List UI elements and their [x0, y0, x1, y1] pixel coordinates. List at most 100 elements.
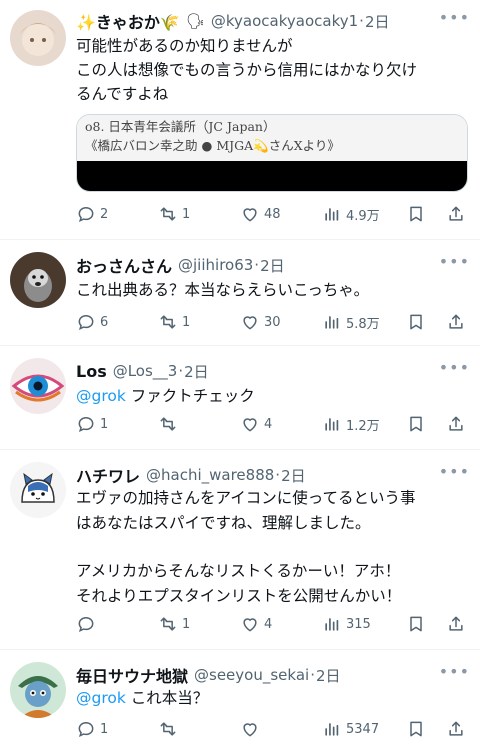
reply-icon [78, 206, 94, 223]
views-icon [325, 618, 339, 631]
text-line: 可能性があるのか知りませんが [76, 37, 293, 55]
views-button[interactable]: 1.2万 [322, 412, 380, 436]
avatar[interactable] [10, 662, 66, 718]
avatar[interactable] [10, 10, 66, 66]
repost-button[interactable]: 1 [158, 310, 190, 334]
like-button[interactable]: 4 [240, 412, 272, 436]
views-count: 315 [346, 616, 371, 632]
avatar[interactable] [10, 358, 66, 414]
views-button[interactable]: 315 [322, 612, 371, 636]
separator-dot: · [254, 256, 260, 274]
like-icon [243, 723, 257, 737]
image-text-line: 《橋広バロン幸之助 ● MJGA💫さんXより》 [85, 138, 340, 153]
display-name[interactable]: 毎日サウナ地獄 [76, 663, 188, 687]
like-icon [243, 316, 257, 330]
avatar[interactable] [10, 252, 66, 308]
display-name[interactable]: ✨きゃおか🌾 [76, 9, 180, 33]
views-button[interactable]: 5347 [322, 717, 379, 741]
views-count: 5347 [346, 721, 380, 737]
more-icon[interactable]: ••• [439, 8, 470, 27]
repost-icon [160, 315, 176, 329]
text-line: それよりエプスタインリストを公開せんかい！ [76, 586, 402, 605]
separator-dot: · [178, 362, 184, 380]
reply-button[interactable] [76, 612, 100, 636]
repost-button[interactable]: 1 [158, 202, 190, 226]
bookmark-button[interactable] [406, 202, 430, 226]
repost-button[interactable] [158, 717, 182, 741]
like-button[interactable]: 48 [240, 202, 281, 226]
handle[interactable]: @kyaocakyaocaky1 [211, 12, 358, 30]
display-name[interactable]: Los [76, 362, 107, 381]
action-bar: 1 4 1.2万 [76, 412, 470, 436]
reply-button[interactable]: 1 [76, 717, 108, 741]
bookmark-icon [410, 721, 422, 737]
tweet-1[interactable]: ✨きゃおか🌾 🗣 @kyaocakyaocaky1 · 2日 ••• 可能性があ… [0, 0, 480, 240]
reply-count: 1 [100, 721, 109, 737]
handle[interactable]: @hachi_ware888 [146, 466, 274, 484]
more-icon[interactable]: ••• [439, 462, 470, 481]
tweet-text: @grok これ本当？ [76, 686, 466, 710]
tweet-2[interactable]: おっさんさん @jiihiro63 · 2日 ••• これ出典ある？本当ならえら… [0, 240, 480, 346]
display-name[interactable]: ハチワレ [76, 463, 140, 487]
share-button[interactable] [446, 612, 470, 636]
bookmark-button[interactable] [406, 717, 430, 741]
timestamp[interactable]: 2日 [365, 11, 390, 32]
text-line: これ出典ある？本当ならえらいこっちゃ。 [76, 281, 370, 299]
views-count: 4.9万 [346, 208, 380, 224]
tweet-text: 可能性があるのか知りませんが この人は想像でもの言うから信用にはかなり欠け るん… [76, 34, 466, 106]
more-icon[interactable]: ••• [439, 358, 470, 377]
reply-button[interactable]: 1 [76, 412, 108, 436]
repost-icon [160, 207, 176, 221]
more-icon[interactable]: ••• [439, 252, 470, 271]
share-button[interactable] [446, 717, 470, 741]
attached-image[interactable]: o8. 日本青年会議所（JC Japan） 《橋広バロン幸之助 ● MJGA💫さ… [76, 114, 468, 192]
text-line: ファクトチェック [130, 387, 255, 405]
share-icon [449, 314, 463, 329]
timestamp[interactable]: 2日 [316, 665, 341, 686]
speech-badge-icon: 🗣 [185, 12, 205, 30]
mention-link[interactable]: @grok [76, 387, 126, 405]
share-icon [449, 616, 463, 631]
separator-dot: · [359, 12, 364, 30]
tweet-5[interactable]: 毎日サウナ地獄 @seeyou_sekai · 2日 ••• @grok これ本… [0, 650, 480, 749]
repost-count: 1 [182, 616, 191, 632]
views-icon [325, 316, 339, 329]
mention-link[interactable]: @grok [76, 689, 126, 707]
bookmark-button[interactable] [406, 310, 430, 334]
share-button[interactable] [446, 202, 470, 226]
action-bar: 2 1 48 4.9万 [76, 202, 470, 226]
display-name[interactable]: おっさんさん [76, 253, 172, 277]
text-line: これ本当？ [130, 689, 209, 707]
share-button[interactable] [446, 412, 470, 436]
reply-count: 2 [100, 206, 109, 222]
bookmark-button[interactable] [406, 412, 430, 436]
reply-button[interactable]: 6 [76, 310, 108, 334]
timestamp[interactable]: 2日 [281, 465, 306, 486]
more-icon[interactable]: ••• [439, 662, 470, 681]
handle[interactable]: @Los__3 [113, 362, 178, 380]
reply-count: 1 [100, 416, 109, 432]
share-icon [449, 206, 463, 221]
action-bar: 1 4 315 [76, 612, 470, 636]
timestamp[interactable]: 2日 [184, 361, 209, 382]
avatar[interactable] [10, 462, 66, 518]
like-button[interactable]: 4 [240, 612, 272, 636]
share-button[interactable] [446, 310, 470, 334]
handle[interactable]: @seeyou_sekai [194, 666, 309, 684]
action-bar: 6 1 30 5.8万 [76, 310, 470, 334]
like-count: 4 [264, 416, 273, 432]
timestamp[interactable]: 2日 [260, 255, 285, 276]
bookmark-button[interactable] [406, 612, 430, 636]
tweet-3[interactable]: Los @Los__3 · 2日 ••• @grok ファクトチェック 1 4 … [0, 346, 480, 450]
repost-button[interactable]: 1 [158, 612, 190, 636]
text-line: エヴァの加持さんをアイコンに使ってるという事 [76, 489, 416, 507]
repost-button[interactable] [158, 412, 182, 436]
like-button[interactable] [240, 717, 264, 741]
views-button[interactable]: 5.8万 [322, 310, 380, 334]
tweet-4[interactable]: ハチワレ @hachi_ware888 · 2日 ••• エヴァの加持さんをアイ… [0, 450, 480, 650]
views-button[interactable]: 4.9万 [322, 202, 380, 226]
views-icon [325, 723, 339, 736]
handle[interactable]: @jiihiro63 [178, 256, 253, 274]
reply-button[interactable]: 2 [76, 202, 108, 226]
like-button[interactable]: 30 [240, 310, 281, 334]
